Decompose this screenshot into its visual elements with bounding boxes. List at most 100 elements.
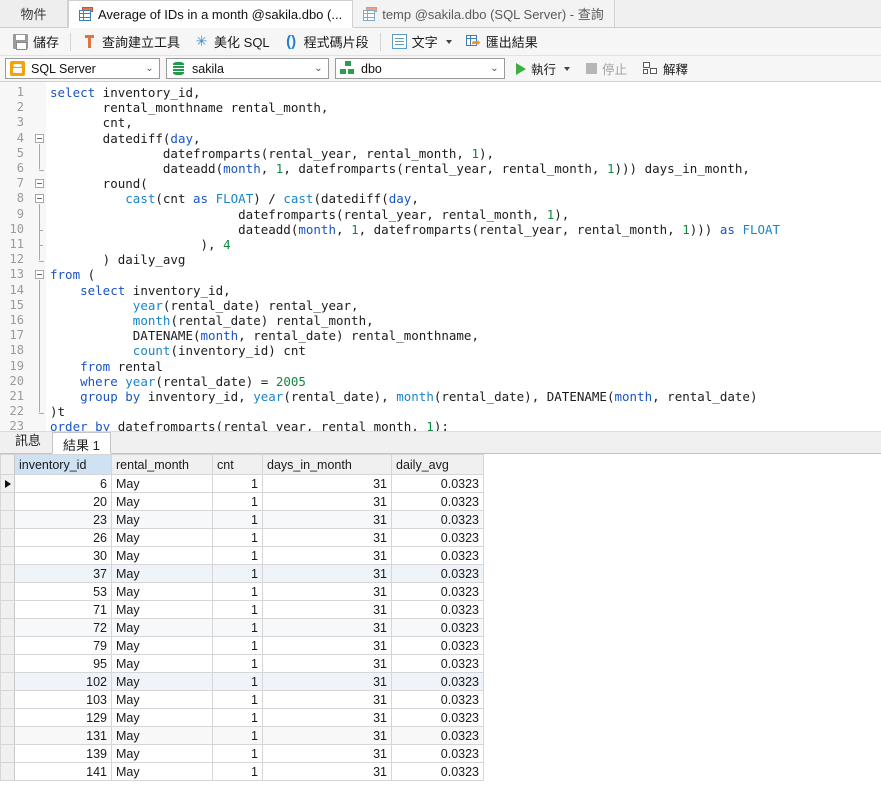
table-cell-rental-month[interactable]: May xyxy=(112,763,213,781)
sql-code-area[interactable]: select inventory_id, rental_monthname re… xyxy=(50,82,881,432)
code-line[interactable]: ), 4 xyxy=(50,237,231,252)
table-cell-inventory-id[interactable]: 103 xyxy=(15,691,112,709)
table-cell-inventory-id[interactable]: 139 xyxy=(15,745,112,763)
table-cell-inventory-id[interactable]: 95 xyxy=(15,655,112,673)
table-cell-cnt[interactable]: 1 xyxy=(213,673,263,691)
chevron-down-icon[interactable] xyxy=(564,67,570,71)
table-cell-rental-month[interactable]: May xyxy=(112,709,213,727)
table-cell-cnt[interactable]: 1 xyxy=(213,727,263,745)
row-selector-cell[interactable] xyxy=(1,529,15,547)
table-cell-inventory-id[interactable]: 79 xyxy=(15,637,112,655)
table-cell-daily-avg[interactable]: 0.0323 xyxy=(392,493,484,511)
save-button[interactable]: 儲存 xyxy=(6,30,66,54)
table-cell-rental-month[interactable]: May xyxy=(112,601,213,619)
tab-query-average-of-ids[interactable]: Average of IDs in a month @sakila.dbo (.… xyxy=(68,0,353,28)
table-cell-inventory-id[interactable]: 30 xyxy=(15,547,112,565)
table-cell-inventory-id[interactable]: 53 xyxy=(15,583,112,601)
table-cell-days-in-month[interactable]: 31 xyxy=(263,619,392,637)
code-line[interactable]: month(rental_date) rental_month, xyxy=(50,313,374,328)
table-cell-rental-month[interactable]: May xyxy=(112,511,213,529)
schema-select[interactable]: dbo ⌄ xyxy=(335,58,505,79)
tab-results-1[interactable]: 結果 1 xyxy=(52,432,111,454)
table-cell-inventory-id[interactable]: 23 xyxy=(15,511,112,529)
table-row[interactable]: 103May1310.0323 xyxy=(1,691,484,709)
table-cell-cnt[interactable]: 1 xyxy=(213,691,263,709)
table-cell-inventory-id[interactable]: 72 xyxy=(15,619,112,637)
code-line[interactable]: )t xyxy=(50,404,65,419)
table-cell-daily-avg[interactable]: 0.0323 xyxy=(392,601,484,619)
code-line[interactable]: year(rental_date) rental_year, xyxy=(50,298,359,313)
row-selector-cell[interactable] xyxy=(1,601,15,619)
row-selector-cell[interactable] xyxy=(1,709,15,727)
row-selector-cell[interactable] xyxy=(1,565,15,583)
table-row[interactable]: 30May1310.0323 xyxy=(1,547,484,565)
table-row[interactable]: 102May1310.0323 xyxy=(1,673,484,691)
results-grid[interactable]: inventory_id rental_month cnt days_in_mo… xyxy=(0,454,484,781)
code-folding-column[interactable] xyxy=(34,82,46,432)
table-cell-inventory-id[interactable]: 26 xyxy=(15,529,112,547)
table-cell-rental-month[interactable]: May xyxy=(112,637,213,655)
table-cell-cnt[interactable]: 1 xyxy=(213,529,263,547)
table-cell-days-in-month[interactable]: 31 xyxy=(263,709,392,727)
explain-button[interactable]: 解釋 xyxy=(638,58,693,80)
row-selector-cell[interactable] xyxy=(1,547,15,565)
table-row[interactable]: 95May1310.0323 xyxy=(1,655,484,673)
table-cell-inventory-id[interactable]: 37 xyxy=(15,565,112,583)
table-cell-rental-month[interactable]: May xyxy=(112,691,213,709)
column-header-rental-month[interactable]: rental_month xyxy=(112,455,213,475)
stop-button[interactable]: 停止 xyxy=(581,58,632,80)
column-header-inventory-id[interactable]: inventory_id xyxy=(15,455,112,475)
table-cell-days-in-month[interactable]: 31 xyxy=(263,763,392,781)
table-cell-cnt[interactable]: 1 xyxy=(213,583,263,601)
row-selector-cell[interactable] xyxy=(1,619,15,637)
tab-query-temp[interactable]: temp @sakila.dbo (SQL Server) - 查詢 xyxy=(353,0,615,27)
table-cell-rental-month[interactable]: May xyxy=(112,619,213,637)
code-line[interactable]: round( xyxy=(50,176,148,191)
code-line[interactable]: DATENAME(month, rental_date) rental_mont… xyxy=(50,328,479,343)
table-row[interactable]: 26May1310.0323 xyxy=(1,529,484,547)
table-row[interactable]: 139May1310.0323 xyxy=(1,745,484,763)
table-row[interactable]: 141May1310.0323 xyxy=(1,763,484,781)
table-cell-cnt[interactable]: 1 xyxy=(213,763,263,781)
table-cell-daily-avg[interactable]: 0.0323 xyxy=(392,709,484,727)
code-line[interactable]: cast(cnt as FLOAT) / cast(datediff(day, xyxy=(50,191,419,206)
code-line[interactable]: from rental xyxy=(50,359,163,374)
code-line[interactable]: group by inventory_id, year(rental_date)… xyxy=(50,389,757,404)
code-line[interactable]: ) daily_avg xyxy=(50,252,185,267)
row-selector-cell[interactable] xyxy=(1,493,15,511)
table-cell-cnt[interactable]: 1 xyxy=(213,547,263,565)
row-selector-cell[interactable] xyxy=(1,583,15,601)
results-grid-container[interactable]: inventory_id rental_month cnt days_in_mo… xyxy=(0,454,881,781)
table-cell-cnt[interactable]: 1 xyxy=(213,493,263,511)
table-cell-daily-avg[interactable]: 0.0323 xyxy=(392,565,484,583)
fold-toggle-icon[interactable] xyxy=(35,134,44,143)
table-cell-daily-avg[interactable]: 0.0323 xyxy=(392,619,484,637)
connection-select[interactable]: SQL Server ⌄ xyxy=(5,58,160,79)
table-row[interactable]: 23May1310.0323 xyxy=(1,511,484,529)
fold-toggle-icon[interactable] xyxy=(35,179,44,188)
table-cell-rental-month[interactable]: May xyxy=(112,655,213,673)
table-cell-rental-month[interactable]: May xyxy=(112,475,213,493)
table-cell-rental-month[interactable]: May xyxy=(112,583,213,601)
table-cell-rental-month[interactable]: May xyxy=(112,529,213,547)
table-cell-days-in-month[interactable]: 31 xyxy=(263,529,392,547)
table-cell-rental-month[interactable]: May xyxy=(112,547,213,565)
text-output-button[interactable]: 文字 xyxy=(385,30,459,54)
tab-objects[interactable]: 物件 xyxy=(0,0,68,27)
row-selector-cell[interactable] xyxy=(1,511,15,529)
table-row[interactable]: 20May1310.0323 xyxy=(1,493,484,511)
table-row[interactable]: 6May1310.0323 xyxy=(1,475,484,493)
table-cell-cnt[interactable]: 1 xyxy=(213,565,263,583)
table-cell-days-in-month[interactable]: 31 xyxy=(263,493,392,511)
table-cell-daily-avg[interactable]: 0.0323 xyxy=(392,745,484,763)
table-cell-daily-avg[interactable]: 0.0323 xyxy=(392,655,484,673)
results-grid-body[interactable]: 6May1310.032320May1310.032323May1310.032… xyxy=(1,475,484,781)
database-select[interactable]: sakila ⌄ xyxy=(166,58,329,79)
code-line[interactable]: where year(rental_date) = 2005 xyxy=(50,374,306,389)
table-row[interactable]: 71May1310.0323 xyxy=(1,601,484,619)
table-cell-days-in-month[interactable]: 31 xyxy=(263,511,392,529)
table-cell-cnt[interactable]: 1 xyxy=(213,655,263,673)
row-selector-cell[interactable] xyxy=(1,673,15,691)
table-cell-inventory-id[interactable]: 131 xyxy=(15,727,112,745)
code-line[interactable]: datefromparts(rental_year, rental_month,… xyxy=(50,207,569,222)
